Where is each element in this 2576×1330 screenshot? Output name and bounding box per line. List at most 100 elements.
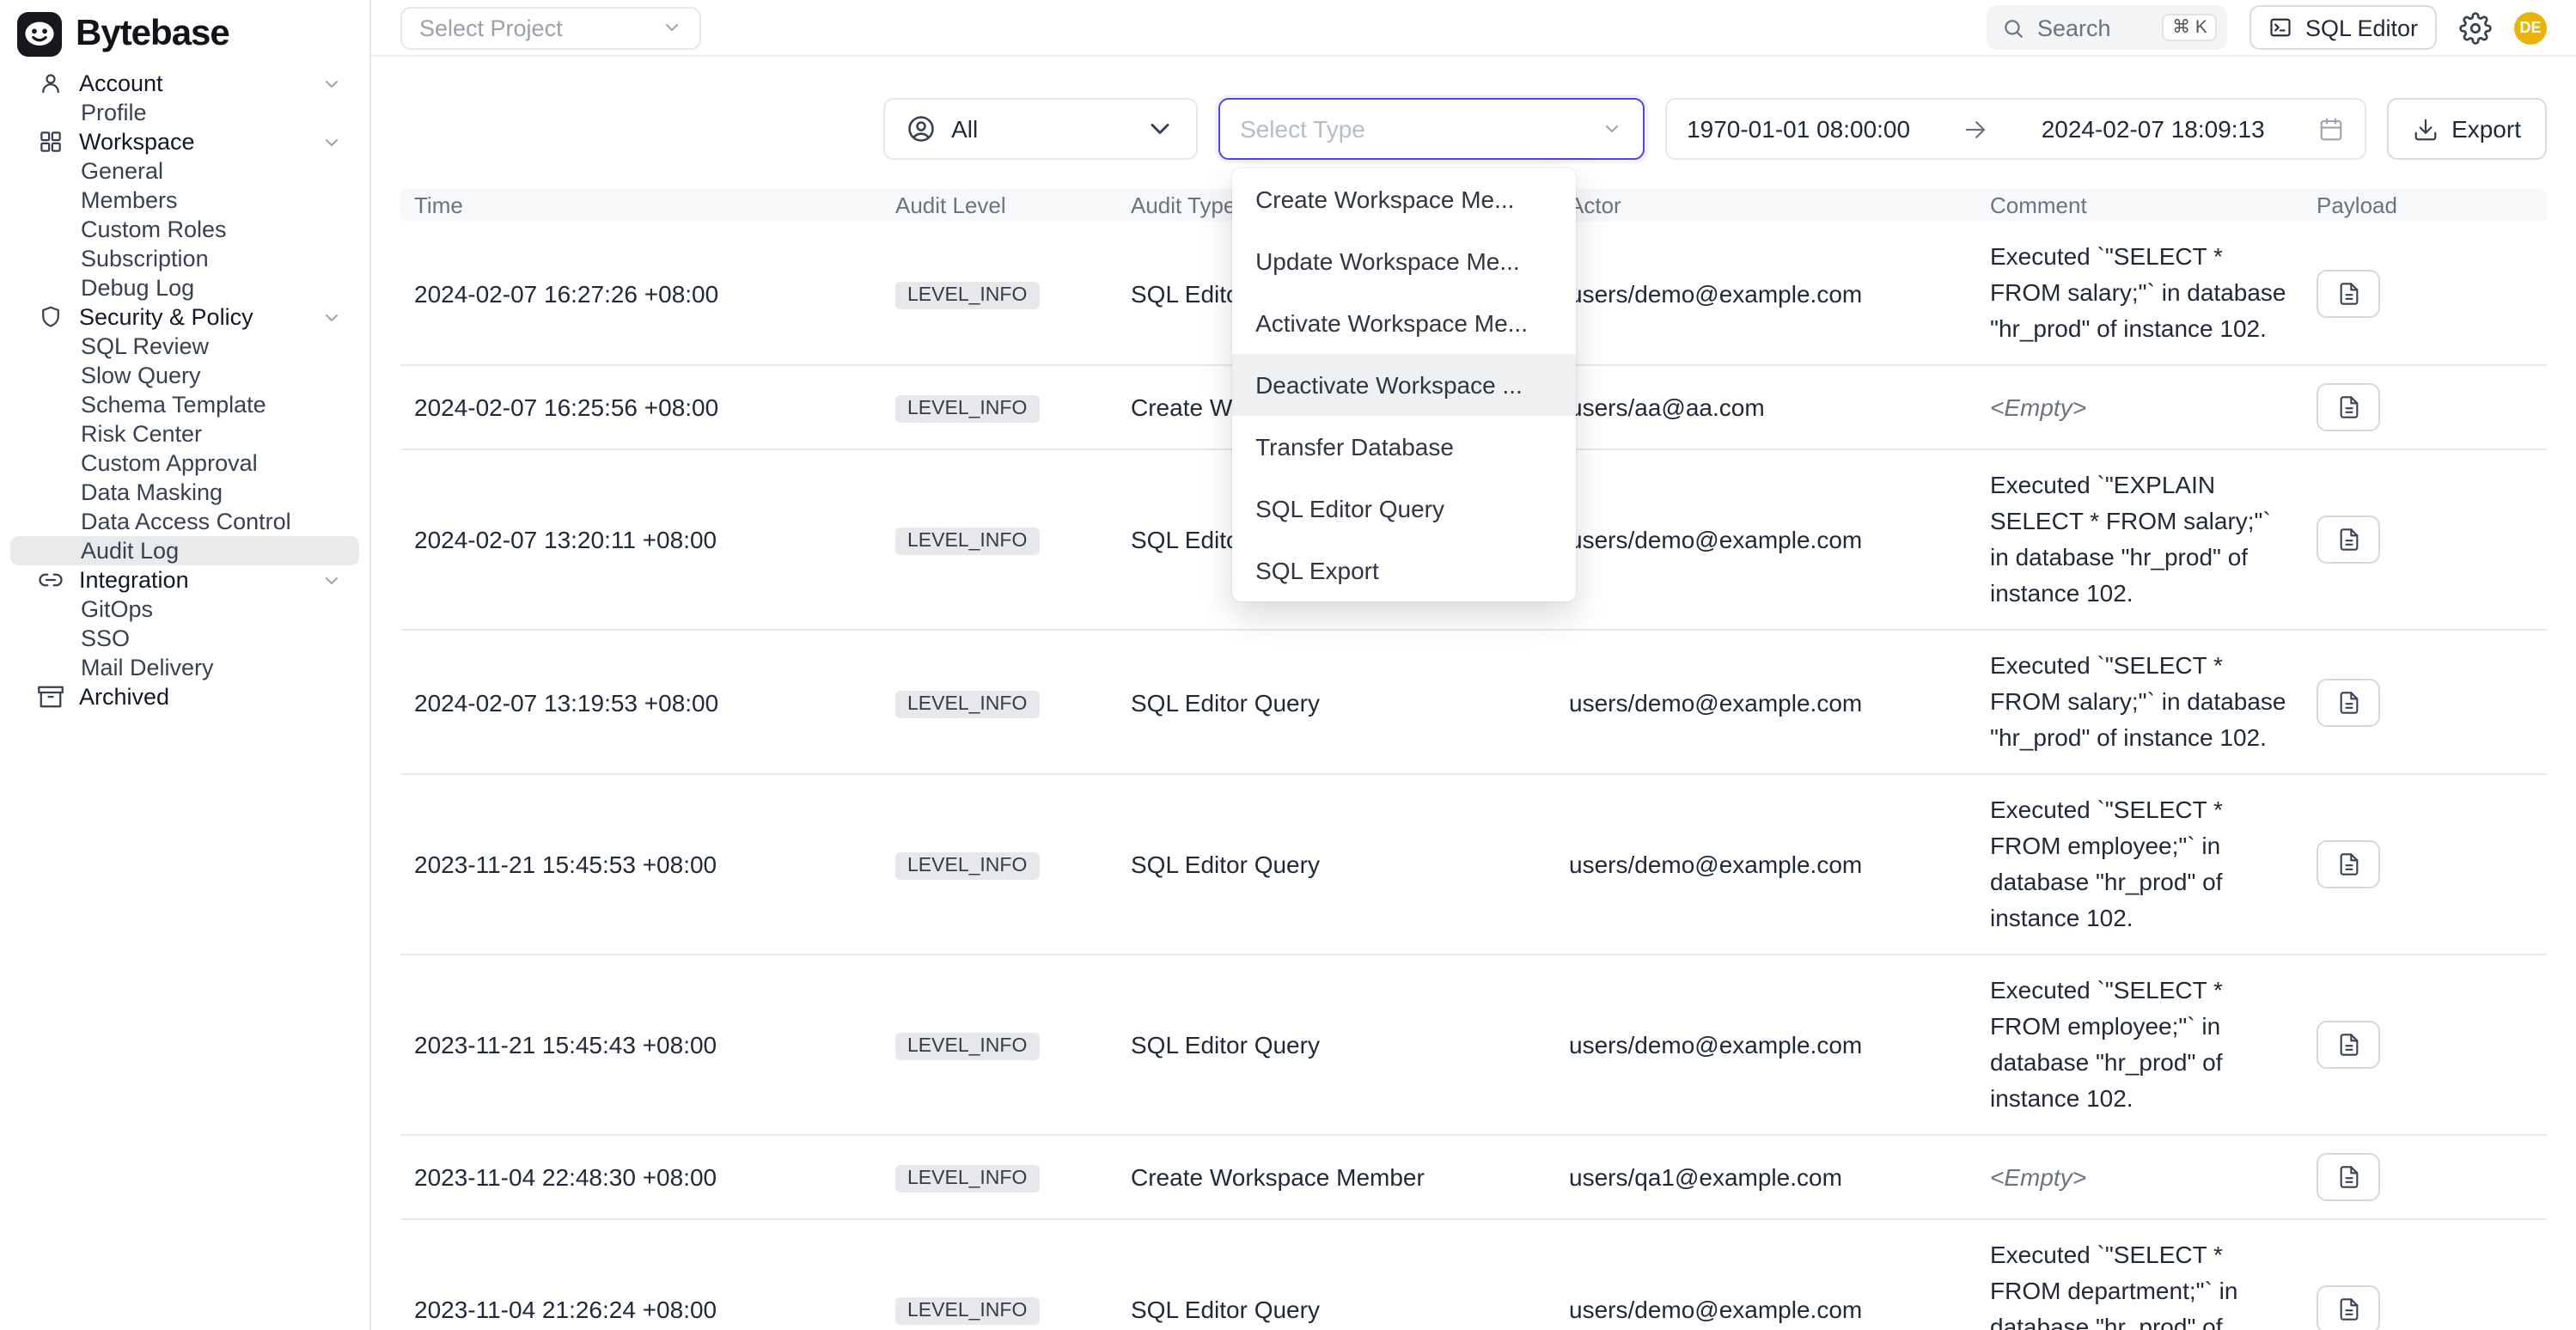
link-icon [38,567,64,593]
download-icon [2412,116,2438,142]
sidebar-group-security-policy[interactable]: Security & Policy [10,302,359,332]
sidebar-group-account[interactable]: Account [10,69,359,98]
sidebar-item-audit-log[interactable]: Audit Log [10,536,359,565]
sidebar-item-gitops[interactable]: GitOps [10,595,359,624]
sidebar-item-mail-delivery[interactable]: Mail Delivery [10,653,359,682]
sidebar-nav: Account Profile Workspace General Member… [10,69,359,711]
chevron-down-icon [1601,119,1621,139]
sidebar-item-general[interactable]: General [10,156,359,186]
column-header-audit-level: Audit Level [882,189,1117,222]
brand-logo[interactable]: Bytebase [10,0,359,58]
audit-actor: users/qa1@example.com [1555,1135,1976,1219]
chevron-down-icon [321,570,342,590]
search-placeholder: Search [2037,15,2111,40]
payload-view-button[interactable] [2317,1153,2380,1201]
sidebar-item-custom-approval[interactable]: Custom Approval [10,448,359,478]
sidebar-item-debug-log[interactable]: Debug Log [10,273,359,302]
payload-view-button[interactable] [2317,840,2380,888]
payload-view-button[interactable] [2317,678,2380,726]
file-text-icon [2336,528,2360,552]
audit-actor: users/demo@example.com [1555,1219,1976,1330]
actor-filter-select[interactable]: All [882,98,1197,160]
settings-gear-icon[interactable] [2459,11,2492,44]
sidebar-group-label: Security & Policy [79,304,253,330]
search-icon [2003,16,2025,39]
sidebar-item-archived[interactable]: Archived [10,682,359,711]
sidebar-item-subscription[interactable]: Subscription [10,244,359,273]
grid-icon [38,129,64,155]
file-text-icon [2336,852,2360,876]
type-menu-option[interactable]: Activate Workspace Me... [1231,292,1575,354]
sidebar-item-data-masking[interactable]: Data Masking [10,478,359,507]
audit-time: 2024-02-07 13:20:11 +08:00 [400,449,882,630]
sidebar-item-label: Archived [79,684,169,710]
bytebase-logo-icon [17,12,62,57]
audit-comment: Executed `"EXPLAIN SELECT * FROM salary;… [1976,449,2303,630]
type-filter-select[interactable]: Select Type [1218,98,1644,160]
sidebar-item-sso[interactable]: SSO [10,624,359,653]
chevron-down-icon [662,17,682,38]
sidebar-item-slow-query[interactable]: Slow Query [10,361,359,390]
payload-view-button[interactable] [2317,383,2380,431]
audit-time: 2024-02-07 16:27:26 +08:00 [400,222,882,365]
chevron-down-icon [321,131,342,152]
audit-level-badge: LEVEL_INFO [895,1033,1039,1060]
export-button[interactable]: Export [2386,98,2547,160]
terminal-icon [2269,15,2293,40]
arrow-right-icon [1963,116,1988,142]
audit-time: 2024-02-07 16:25:56 +08:00 [400,365,882,449]
payload-view-button[interactable] [2317,1021,2380,1069]
sidebar-item-risk-center[interactable]: Risk Center [10,419,359,448]
sidebar-group-workspace[interactable]: Workspace [10,127,359,156]
table-row: 2023-11-04 21:26:24 +08:00 LEVEL_INFO SQ… [400,1219,2547,1330]
brand-name: Bytebase [76,14,229,55]
date-from: 1970-01-01 08:00:00 [1687,115,1910,143]
type-menu-option[interactable]: Deactivate Workspace ... [1231,354,1575,416]
search-shortcut: ⌘ K [2162,14,2218,41]
type-menu-option[interactable]: Create Workspace Me... [1231,168,1575,230]
type-menu-option[interactable]: Transfer Database [1231,416,1575,478]
chevron-down-icon [1144,113,1175,144]
sql-editor-button[interactable]: SQL Editor [2250,5,2437,50]
payload-view-button[interactable] [2317,269,2380,317]
file-text-icon [2336,1165,2360,1189]
audit-actor: users/demo@example.com [1555,955,1976,1135]
calendar-icon [2317,116,2343,142]
audit-actor: users/demo@example.com [1555,222,1976,365]
payload-view-button[interactable] [2317,1285,2380,1330]
type-filter-placeholder: Select Type [1240,115,1365,143]
type-menu-option[interactable]: SQL Editor Query [1231,478,1575,540]
sidebar-group-integration[interactable]: Integration [10,565,359,595]
audit-comment: Executed `"SELECT * FROM salary;"` in da… [1976,222,2303,365]
sidebar-item-schema-template[interactable]: Schema Template [10,390,359,419]
audit-type: SQL Editor Query [1117,955,1555,1135]
payload-view-button[interactable] [2317,516,2380,564]
sidebar-item-profile[interactable]: Profile [10,98,359,127]
date-range-picker[interactable]: 1970-01-01 08:00:00 2024-02-07 18:09:13 [1664,98,2365,160]
archive-icon [38,684,64,710]
export-label: Export [2451,115,2521,143]
type-menu-option[interactable]: Update Workspace Me... [1231,230,1575,292]
shield-icon [38,304,64,330]
sidebar-item-data-access-control[interactable]: Data Access Control [10,507,359,536]
audit-time: 2023-11-21 15:45:53 +08:00 [400,774,882,955]
file-text-icon [2336,690,2360,714]
avatar[interactable]: DE [2514,11,2547,44]
audit-time: 2023-11-04 22:48:30 +08:00 [400,1135,882,1219]
sidebar-group-label: Integration [79,567,189,593]
sidebar-item-members[interactable]: Members [10,186,359,215]
topbar: Select Project Search ⌘ K SQL Editor DE [371,0,2576,57]
column-header-actor: Actor [1555,189,1976,222]
audit-comment: Executed `"SELECT * FROM employee;"` in … [1976,774,2303,955]
sidebar-item-sql-review[interactable]: SQL Review [10,332,359,361]
sidebar-group-label: Account [79,70,163,96]
search-input[interactable]: Search ⌘ K [1987,5,2228,50]
project-select[interactable]: Select Project [400,6,701,49]
type-menu-option[interactable]: SQL Export [1231,540,1575,601]
filter-bar: All Select Type Create Workspace Me... U… [400,98,2547,160]
chevron-down-icon [321,307,342,327]
table-row: 2024-02-07 13:19:53 +08:00 LEVEL_INFO SQ… [400,630,2547,774]
date-to: 2024-02-07 18:09:13 [2042,115,2265,143]
audit-comment: Executed `"SELECT * FROM salary;"` in da… [1976,630,2303,774]
sidebar-item-custom-roles[interactable]: Custom Roles [10,215,359,244]
